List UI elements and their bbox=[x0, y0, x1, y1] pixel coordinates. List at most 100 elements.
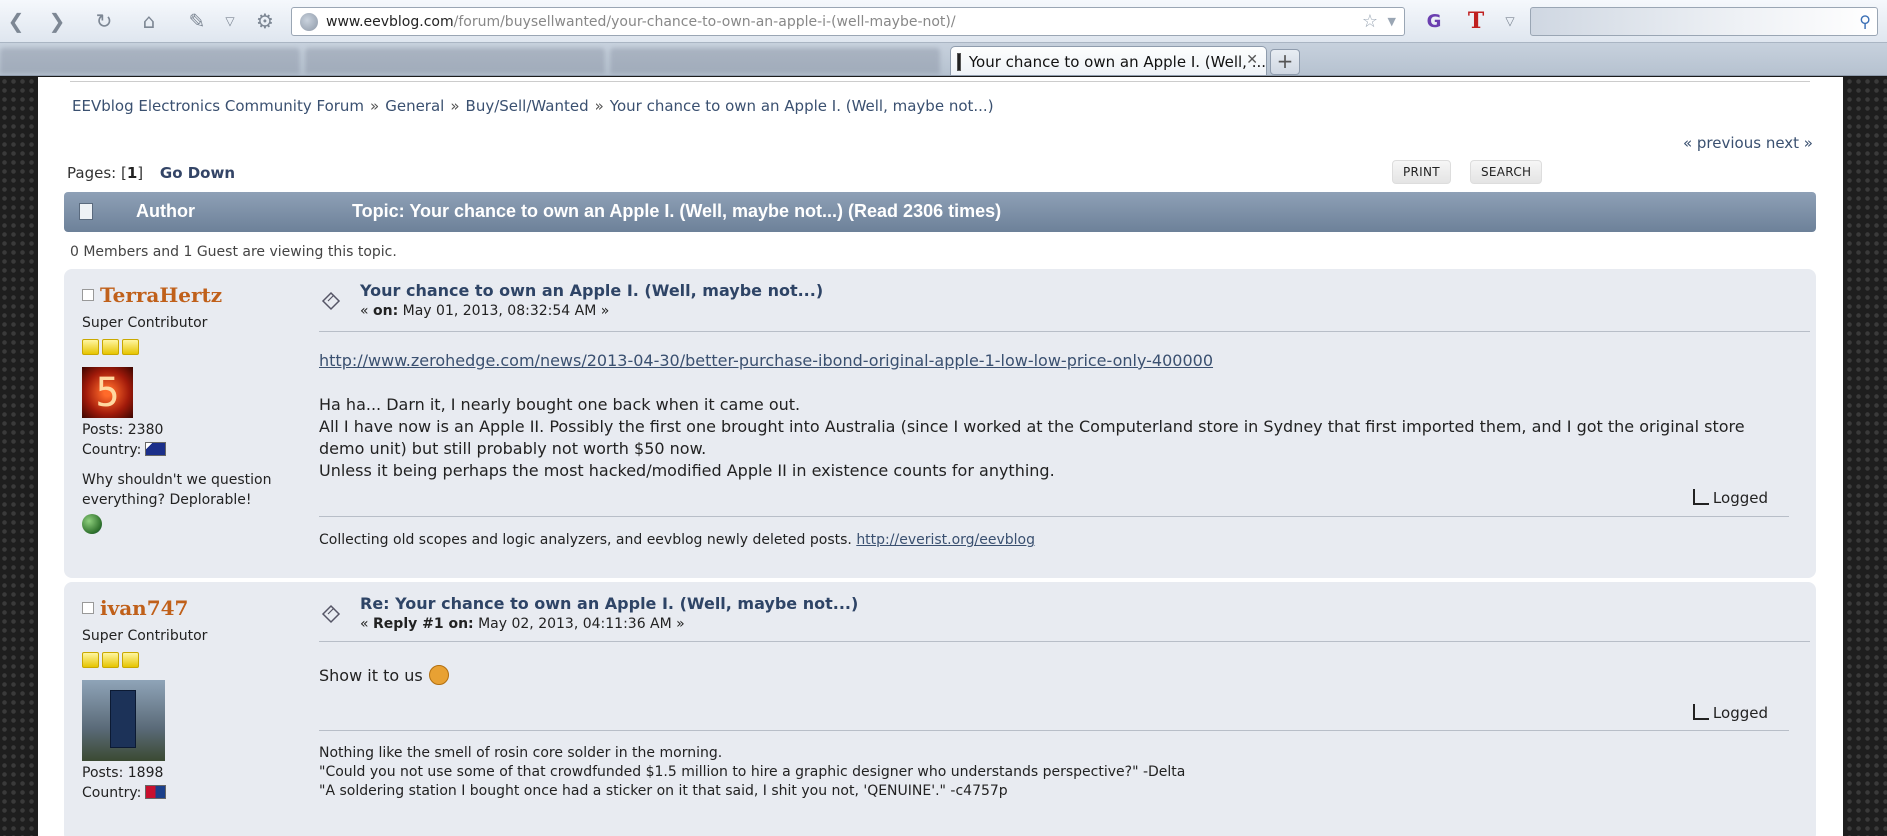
forum-page: EEVblog Electronics Community Forum » Gene… bbox=[38, 77, 1843, 836]
extension-icon[interactable]: ⚙ bbox=[251, 7, 279, 35]
signature: Nothing like the smell of rosin core sol… bbox=[319, 744, 1185, 801]
post-content: Re: Your chance to own an Apple I. (Well… bbox=[319, 594, 1810, 834]
new-tab-button[interactable]: + bbox=[1270, 49, 1300, 75]
post-date: « on: May 01, 2013, 08:32:54 AM » bbox=[360, 303, 610, 319]
evil-smiley-icon bbox=[428, 665, 449, 685]
breadcrumb-buysellwanted[interactable]: Buy/Sell/Wanted bbox=[466, 97, 589, 115]
extension-dropdown-icon[interactable]: ▽ bbox=[1496, 7, 1524, 35]
print-button[interactable]: PRINT bbox=[1392, 160, 1451, 184]
website-globe-icon[interactable] bbox=[82, 514, 102, 534]
post-divider bbox=[319, 641, 1810, 642]
signature-divider bbox=[319, 730, 1789, 731]
logged-status: Logged bbox=[1692, 704, 1768, 722]
addon-icon[interactable]: ✎ bbox=[183, 7, 211, 35]
forward-icon[interactable]: ❯ bbox=[43, 7, 71, 35]
body-line: demo unit) but still probably not worth … bbox=[319, 439, 707, 458]
tab-title: Your chance to own an Apple I. (Well, ..… bbox=[968, 52, 1266, 71]
post-subject[interactable]: Your chance to own an Apple I. (Well, ma… bbox=[360, 281, 823, 300]
avatar bbox=[82, 680, 165, 761]
logged-ip-icon bbox=[1692, 704, 1709, 720]
offline-status-icon bbox=[82, 602, 94, 614]
signature: Collecting old scopes and logic analyzer… bbox=[319, 532, 1036, 548]
site-identity-icon[interactable] bbox=[300, 12, 318, 31]
post-count: Posts: 1898 bbox=[82, 765, 164, 781]
logged-status: Logged bbox=[1692, 489, 1768, 507]
post-link[interactable]: http://www.zerohedge.com/news/2013-04-30… bbox=[319, 351, 1213, 370]
background-tab[interactable] bbox=[305, 48, 605, 74]
reload-icon[interactable]: ↻ bbox=[90, 7, 118, 35]
signature-link[interactable]: http://everist.org/eevblog bbox=[856, 532, 1035, 548]
search-input[interactable]: ⚲ bbox=[1530, 7, 1878, 36]
prev-next-nav: « previous next » bbox=[1683, 134, 1813, 152]
back-icon[interactable]: ❮ bbox=[2, 7, 30, 35]
poster-info: TerraHertz Super Contributor 5 Posts: 23… bbox=[82, 283, 282, 534]
poster-blurb: Why shouldn't we question everything? De… bbox=[82, 472, 272, 508]
country-label: Country: bbox=[82, 442, 142, 458]
poster-name[interactable]: ivan747 bbox=[100, 596, 188, 620]
body-line: Unless it being perhaps the most hacked/… bbox=[319, 461, 1055, 480]
signature-divider bbox=[319, 516, 1789, 517]
post-body: http://www.zerohedge.com/news/2013-04-30… bbox=[319, 350, 1745, 482]
pagination: Pages: [1] Go Down bbox=[67, 164, 235, 182]
breadcrumb: EEVblog Electronics Community Forum » Gene… bbox=[72, 97, 994, 115]
t-extension-icon[interactable]: T bbox=[1462, 7, 1490, 35]
go-down-link[interactable]: Go Down bbox=[160, 164, 235, 182]
g-extension-icon[interactable]: G bbox=[1420, 7, 1448, 35]
breadcrumb-forum[interactable]: EEVblog Electronics Community Forum bbox=[72, 97, 364, 115]
topic-icon bbox=[79, 203, 93, 220]
pages-close: ] bbox=[137, 164, 144, 182]
poster-rank: Super Contributor bbox=[82, 628, 208, 644]
tab-strip: Your chance to own an Apple I. (Well, ..… bbox=[0, 43, 1887, 76]
home-icon[interactable]: ⌂ bbox=[135, 7, 163, 35]
url-dropdown-icon[interactable]: ▼ bbox=[1388, 15, 1396, 28]
bookmark-star-icon[interactable]: ☆ bbox=[1362, 11, 1378, 32]
poster-name[interactable]: TerraHertz bbox=[100, 283, 222, 307]
post-count: Posts: 2380 bbox=[82, 422, 164, 438]
poster-rank: Super Contributor bbox=[82, 315, 208, 331]
topic-header-bar: Author Topic: Your chance to own an Appl… bbox=[64, 192, 1816, 232]
poster-info: ivan747 Super Contributor Posts: 1898 Co… bbox=[82, 596, 282, 801]
post-content: Your chance to own an Apple I. (Well, ma… bbox=[319, 281, 1810, 571]
post-xx-icon bbox=[321, 604, 341, 624]
avatar-digit: 5 bbox=[95, 369, 120, 416]
search-button[interactable]: SEARCH bbox=[1470, 160, 1543, 184]
topic-title: Topic: Your chance to own an Apple I. (W… bbox=[352, 201, 1002, 221]
previous-link[interactable]: « previous bbox=[1683, 134, 1761, 152]
post-date: « Reply #1 on: May 02, 2013, 04:11:36 AM… bbox=[360, 616, 685, 632]
tab-close-icon[interactable]: ✕ bbox=[1246, 52, 1258, 68]
current-page: 1 bbox=[126, 164, 138, 182]
offline-status-icon bbox=[82, 289, 94, 301]
breadcrumb-separator: » bbox=[370, 97, 380, 115]
post: TerraHertz Super Contributor 5 Posts: 23… bbox=[64, 269, 1816, 578]
rank-stars bbox=[82, 339, 282, 355]
breadcrumb-topic[interactable]: Your chance to own an Apple I. (Well, ma… bbox=[610, 97, 994, 115]
post-subject[interactable]: Re: Your chance to own an Apple I. (Well… bbox=[360, 594, 858, 613]
post-body: Show it to us bbox=[319, 665, 449, 687]
author-column-header: Author bbox=[136, 201, 195, 221]
post: ivan747 Super Contributor Posts: 1898 Co… bbox=[64, 582, 1816, 836]
next-link[interactable]: next » bbox=[1766, 134, 1813, 152]
pages-label: Pages: [ bbox=[67, 164, 127, 182]
country-flag-icon bbox=[145, 785, 167, 799]
search-icon[interactable]: ⚲ bbox=[1859, 12, 1871, 31]
body-line: All I have now is an Apple II. Possibly … bbox=[319, 417, 1745, 436]
post-xx-icon bbox=[321, 291, 341, 311]
logged-ip-icon bbox=[1692, 489, 1709, 505]
signature-line: "Could you not use some of that crowdfun… bbox=[319, 764, 1186, 780]
breadcrumb-general[interactable]: General bbox=[385, 97, 444, 115]
viewing-info: 0 Members and 1 Guest are viewing this t… bbox=[70, 244, 397, 260]
url-path: /forum/buysellwanted/your-chance-to-own-… bbox=[453, 13, 956, 30]
post-divider bbox=[319, 331, 1810, 332]
background-tabs[interactable] bbox=[0, 48, 300, 74]
signature-line: Nothing like the smell of rosin core sol… bbox=[319, 745, 723, 761]
tab-favicon-icon bbox=[957, 52, 961, 71]
background-tab[interactable] bbox=[610, 48, 940, 74]
url-bar[interactable]: www.eevblog.com /forum/buysellwanted/you… bbox=[291, 7, 1405, 36]
rank-stars bbox=[82, 652, 282, 668]
country-label: Country: bbox=[82, 785, 142, 801]
dropdown-icon[interactable]: ▽ bbox=[216, 7, 244, 35]
active-tab[interactable]: Your chance to own an Apple I. (Well, ..… bbox=[950, 46, 1267, 75]
browser-toolbar: ❮ ❯ ↻ ⌂ ✎ ▽ ⚙ www.eevblog.com /forum/buy… bbox=[0, 0, 1887, 43]
body-line: Ha ha... Darn it, I nearly bought one ba… bbox=[319, 395, 801, 414]
avatar: 5 bbox=[82, 367, 133, 418]
